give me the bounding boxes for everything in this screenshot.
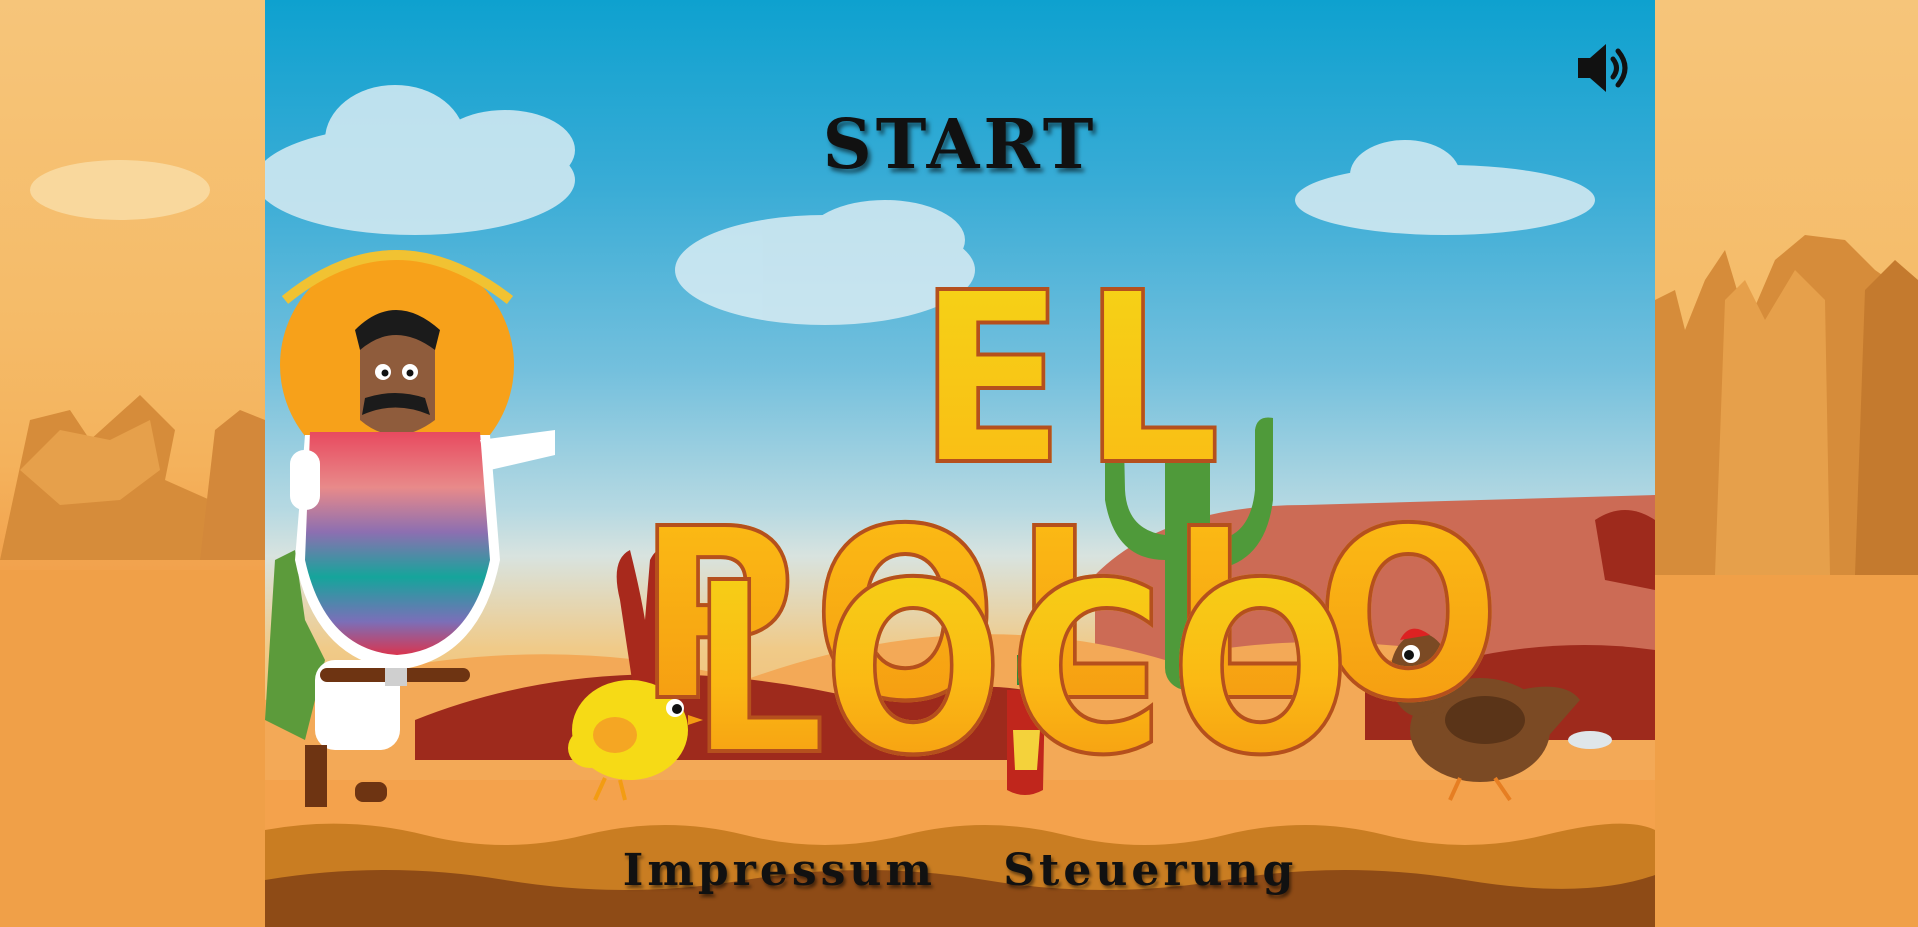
right-backdrop <box>1655 0 1918 927</box>
speaker-volume-icon <box>1578 44 1628 92</box>
start-button[interactable]: START <box>265 105 1655 185</box>
left-backdrop <box>0 0 265 927</box>
game-title-line-2: LOCO <box>335 550 1586 790</box>
game-canvas[interactable]: EL POLLO LOCO START Impressum Steuerung <box>265 0 1655 927</box>
footer-nav: Impressum Steuerung <box>265 845 1655 896</box>
impressum-link[interactable]: Impressum <box>623 845 936 896</box>
controls-link[interactable]: Steuerung <box>1003 845 1297 896</box>
start-button-label: START <box>822 105 1098 185</box>
sound-toggle-button[interactable] <box>1572 38 1634 98</box>
